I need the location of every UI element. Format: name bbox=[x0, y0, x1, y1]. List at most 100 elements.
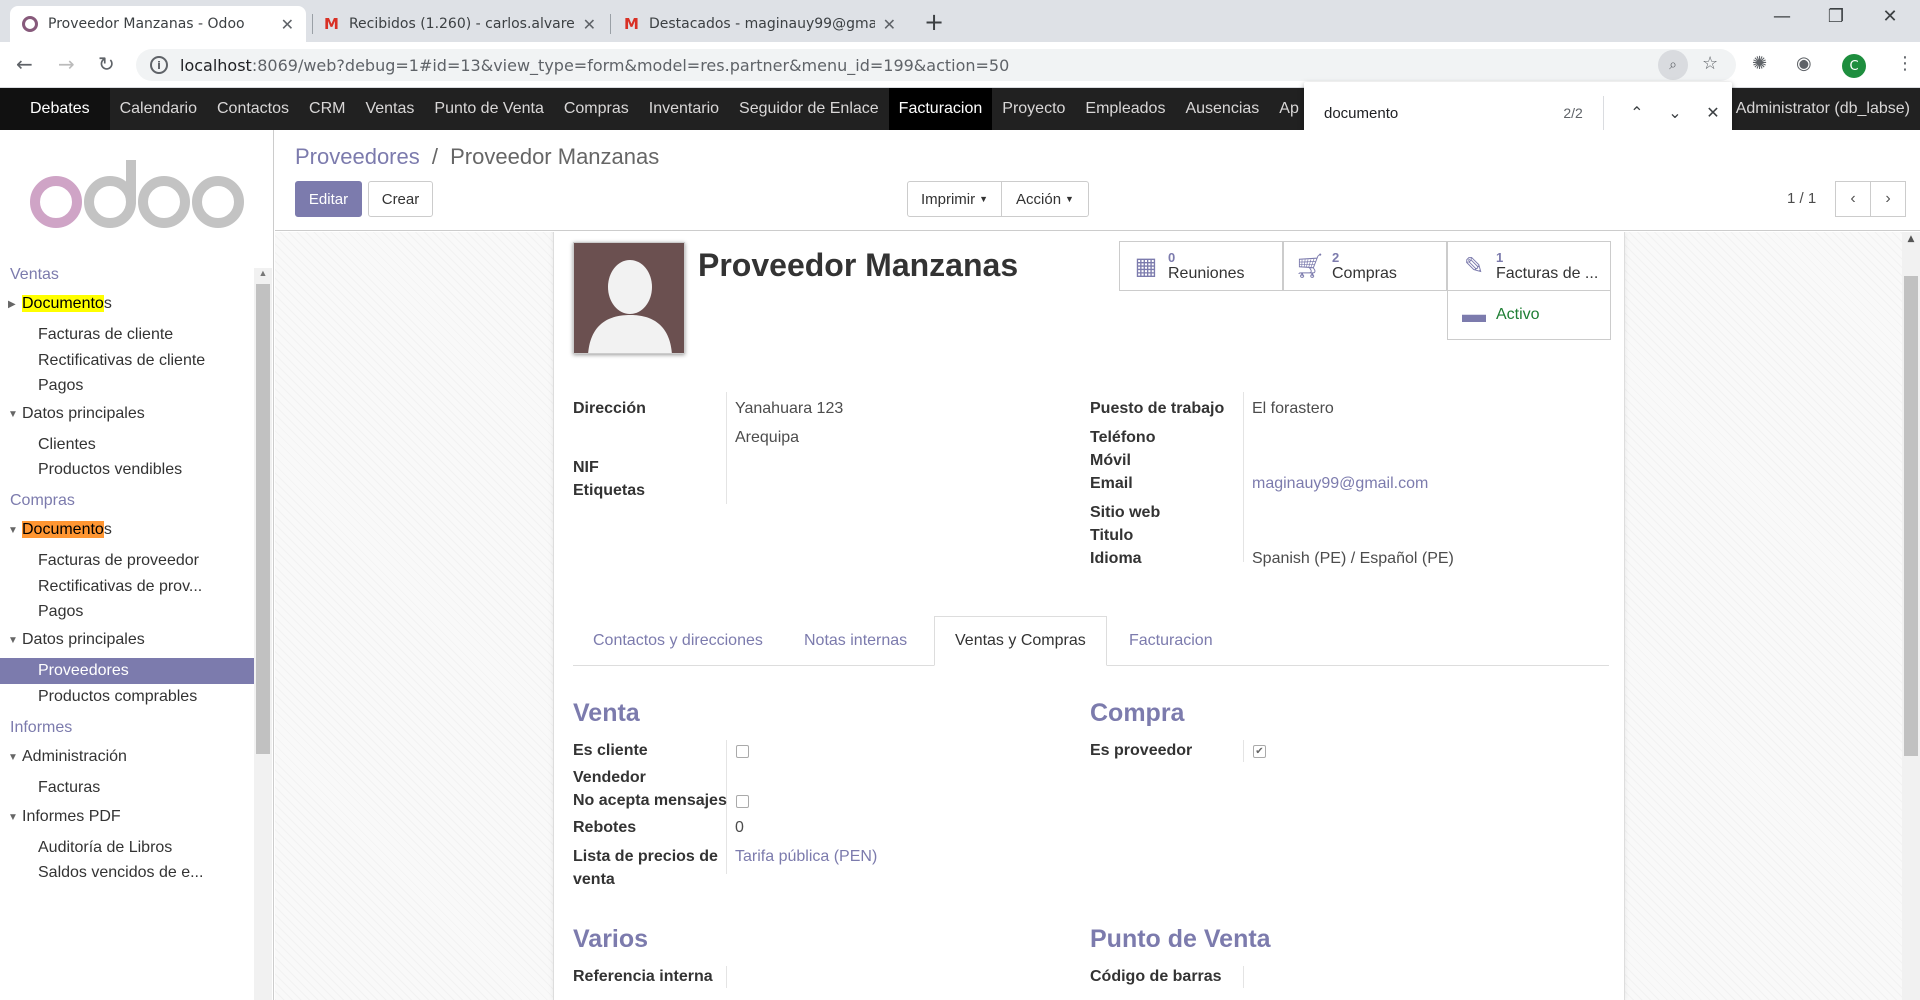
main-scrollbar[interactable]: ▲ bbox=[1902, 232, 1920, 1000]
scroll-up-arrow-icon[interactable]: ▲ bbox=[1902, 234, 1920, 244]
sidebar-item-saldos-vencidos[interactable]: Saldos vencidos de e... bbox=[0, 860, 254, 886]
close-icon[interactable]: ✕ bbox=[583, 15, 596, 34]
scroll-up-arrow-icon[interactable]: ▲ bbox=[254, 268, 272, 284]
menu-crm[interactable]: CRM bbox=[299, 88, 355, 130]
field-value-puesto[interactable]: El forastero bbox=[1252, 400, 1334, 418]
field-label-puesto: Puesto de trabajo bbox=[1090, 400, 1225, 417]
menu-inventario[interactable]: Inventario bbox=[639, 88, 729, 130]
checkbox-no-acepta[interactable] bbox=[736, 795, 749, 808]
find-input[interactable]: documento bbox=[1324, 105, 1514, 122]
chevron-right-icon[interactable]: › bbox=[1870, 181, 1906, 217]
stat-button-compras[interactable]: 🛒︎ 2 Compras bbox=[1283, 241, 1447, 291]
sidebar-item-clientes[interactable]: Clientes bbox=[0, 432, 254, 458]
menu-contactos[interactable]: Contactos bbox=[207, 88, 299, 130]
find-count: 2/2 bbox=[1563, 105, 1583, 121]
extension-icon[interactable]: ✺ bbox=[1752, 53, 1767, 74]
profile-avatar[interactable]: C bbox=[1842, 54, 1866, 78]
menu-proyecto[interactable]: Proyecto bbox=[992, 88, 1075, 130]
sidebar-group-datos-ventas[interactable]: ▼ Datos principales bbox=[8, 405, 145, 423]
sidebar-group-documentos-compras[interactable]: ▼ Documentos bbox=[8, 521, 112, 539]
menu-ausencias[interactable]: Ausencias bbox=[1175, 88, 1269, 130]
menu-seguidor-de-enlace[interactable]: Seguidor de Enlace bbox=[729, 88, 889, 130]
close-icon[interactable]: ✕ bbox=[1694, 103, 1732, 123]
checkbox-es-cliente[interactable] bbox=[736, 745, 749, 758]
menu-ventas[interactable]: Ventas bbox=[355, 88, 424, 130]
info-icon[interactable]: i bbox=[150, 56, 168, 74]
field-value-rebotes[interactable]: 0 bbox=[735, 819, 744, 837]
reload-icon[interactable]: ↻ bbox=[98, 52, 115, 76]
sidebar-group-documentos-ventas[interactable]: ▶ Documentos bbox=[8, 295, 112, 313]
field-value-direccion-2[interactable]: Arequipa bbox=[735, 429, 799, 447]
sidebar-item-auditoria-libros[interactable]: Auditoría de Libros bbox=[0, 835, 254, 861]
tab-facturacion[interactable]: Facturacion bbox=[1109, 616, 1233, 666]
sidebar-group-datos-compras[interactable]: ▼ Datos principales bbox=[8, 631, 145, 649]
chevron-down-icon[interactable]: ⌄ bbox=[1656, 103, 1694, 123]
user-menu[interactable]: Administrator (db_labse) bbox=[1736, 88, 1910, 130]
tab-notas-internas[interactable]: Notas internas bbox=[784, 616, 927, 666]
browser-tab-gmail-inbox[interactable]: M Recibidos (1.260) - carlos.alvarez... … bbox=[312, 6, 608, 42]
extension-circle-icon[interactable]: ◉ bbox=[1796, 53, 1812, 74]
menu-facturacion[interactable]: Facturacion bbox=[888, 88, 993, 130]
browser-tab-odoo[interactable]: Proveedor Manzanas - Odoo ✕ bbox=[10, 6, 306, 42]
close-icon[interactable]: ✕ bbox=[883, 15, 896, 34]
browser-tabbar: Proveedor Manzanas - Odoo ✕ M Recibidos … bbox=[0, 0, 1920, 42]
menu-calendario[interactable]: Calendario bbox=[110, 88, 207, 130]
scrollbar-thumb[interactable] bbox=[1904, 276, 1918, 756]
edit-button[interactable]: Editar bbox=[295, 181, 362, 217]
sidebar-item-facturas[interactable]: Facturas bbox=[0, 775, 254, 801]
chevron-up-icon[interactable]: ⌃ bbox=[1618, 103, 1656, 123]
stat-button-facturas[interactable]: ✎ 1 Facturas de ... bbox=[1447, 241, 1611, 291]
field-value-idioma[interactable]: Spanish (PE) / Español (PE) bbox=[1252, 550, 1454, 568]
menu-punto-de-venta[interactable]: Punto de Venta bbox=[424, 88, 553, 130]
star-icon[interactable]: ☆ bbox=[1702, 53, 1718, 74]
back-arrow-icon[interactable]: ← bbox=[16, 52, 33, 76]
menu-ap[interactable]: Ap bbox=[1269, 88, 1309, 130]
scrollbar-thumb[interactable] bbox=[256, 284, 270, 754]
sidebar-item-rectificativas-proveedor[interactable]: Rectificativas de prov... bbox=[0, 574, 254, 600]
field-label-etiquetas: Etiquetas bbox=[573, 482, 646, 499]
menu-compras[interactable]: Compras bbox=[554, 88, 639, 130]
breadcrumb-parent[interactable]: Proveedores bbox=[295, 144, 420, 169]
sidebar-item-pagos[interactable]: Pagos bbox=[0, 373, 254, 399]
action-dropdown[interactable]: Acción ▼ bbox=[1001, 181, 1089, 217]
active-toggle-button[interactable]: ▬ Activo bbox=[1447, 290, 1611, 340]
chevron-left-icon[interactable]: ‹ bbox=[1835, 181, 1871, 217]
close-icon[interactable]: ✕ bbox=[281, 15, 294, 34]
field-value-lista-precios[interactable]: Tarifa pública (PEN) bbox=[735, 848, 877, 866]
sidebar-group-informes-pdf[interactable]: ▼ Informes PDF bbox=[8, 808, 121, 826]
forward-arrow-icon[interactable]: → bbox=[58, 52, 75, 76]
breadcrumb: Proveedores / Proveedor Manzanas bbox=[295, 144, 659, 170]
window-close-button[interactable]: ✕ bbox=[1870, 6, 1910, 27]
tab-contactos-direcciones[interactable]: Contactos y direcciones bbox=[573, 616, 783, 666]
field-label-codigo-barras: Código de barras bbox=[1090, 968, 1222, 985]
field-value-direccion-1[interactable]: Yanahuara 123 bbox=[735, 400, 843, 418]
field-label-referencia: Referencia interna bbox=[573, 968, 713, 985]
sidebar-item-facturas-proveedor[interactable]: Facturas de proveedor bbox=[0, 548, 254, 574]
checkbox-es-proveedor[interactable]: ✔ bbox=[1253, 745, 1266, 758]
minimize-button[interactable]: — bbox=[1762, 6, 1802, 27]
menu-empleados[interactable]: Empleados bbox=[1075, 88, 1175, 130]
sidebar-item-proveedores[interactable]: Proveedores bbox=[0, 658, 254, 684]
sidebar-item-facturas-cliente[interactable]: Facturas de cliente bbox=[0, 322, 254, 348]
sidebar-item-productos-vendibles[interactable]: Productos vendibles bbox=[0, 457, 254, 483]
sidebar-scrollbar[interactable]: ▲ bbox=[254, 268, 272, 1000]
restore-button[interactable]: ❐ bbox=[1816, 6, 1856, 27]
browser-tab-gmail-starred[interactable]: M Destacados - maginauy99@gmai... ✕ bbox=[612, 6, 908, 42]
stat-number: 1 bbox=[1496, 250, 1504, 265]
stat-button-reuniones[interactable]: ▦ 0 Reuniones bbox=[1119, 241, 1283, 291]
find-in-page-icon[interactable]: ⌕ bbox=[1658, 50, 1688, 80]
field-value-email[interactable]: maginauy99@gmail.com bbox=[1252, 475, 1428, 493]
sidebar-item-productos-comprables[interactable]: Productos comprables bbox=[0, 684, 254, 710]
menu-dots-icon[interactable]: ⋮ bbox=[1896, 53, 1914, 74]
form-view-area: Proveedor Manzanas ▦ 0 Reuniones 🛒︎ 2 Comp… bbox=[275, 232, 1920, 1000]
menu-debates[interactable]: Debates bbox=[0, 88, 110, 130]
sidebar-group-administracion[interactable]: ▼ Administración bbox=[8, 748, 127, 766]
field-label-lista-precios-2: venta bbox=[573, 871, 615, 888]
create-button[interactable]: Crear bbox=[368, 181, 433, 217]
tab-ventas-compras[interactable]: Ventas y Compras bbox=[934, 616, 1107, 666]
url-field[interactable]: i localhost:8069/web?debug=1#id=13&view_… bbox=[136, 49, 1736, 81]
new-tab-button[interactable]: + bbox=[924, 8, 944, 36]
print-dropdown[interactable]: Imprimir ▼ bbox=[907, 181, 1002, 217]
sidebar-item-rectificativas-cliente[interactable]: Rectificativas de cliente bbox=[0, 348, 254, 374]
sidebar-item-pagos[interactable]: Pagos bbox=[0, 599, 254, 625]
